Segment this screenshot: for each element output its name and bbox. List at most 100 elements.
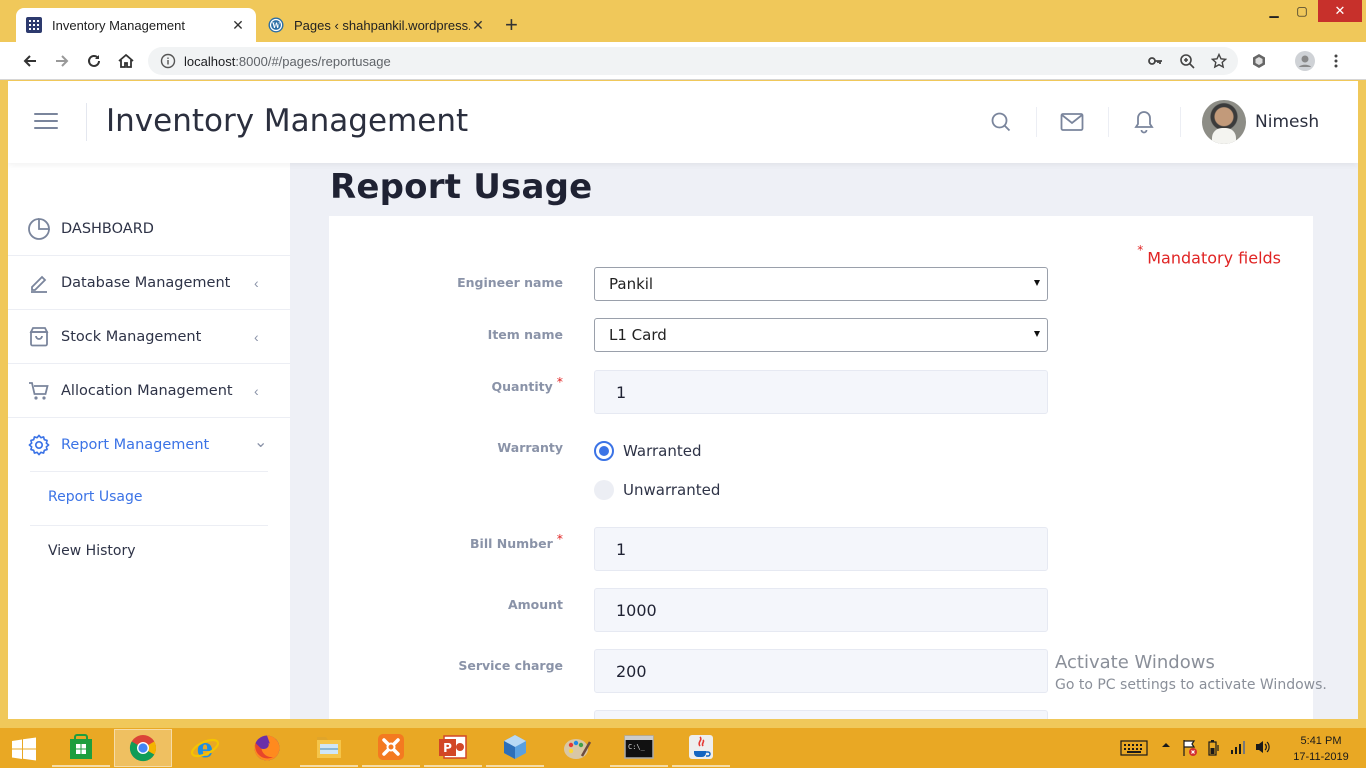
close-tab-icon[interactable]: ✕ — [470, 17, 486, 34]
forward-icon[interactable] — [51, 50, 73, 72]
next-field-input[interactable] — [594, 710, 1048, 719]
star-icon[interactable] — [1211, 53, 1227, 69]
chevron-left-icon: ‹ — [254, 382, 259, 399]
clock-date: 17-11-2019 — [1293, 751, 1349, 763]
bill-number-label: Bill Number * — [470, 531, 563, 551]
sidebar: DASHBOARD Database Management ‹ Stock Ma… — [8, 163, 290, 719]
zoom-icon[interactable] — [1179, 53, 1195, 69]
maximize-icon[interactable]: ▢ — [1290, 0, 1314, 22]
activate-windows-title: Activate Windows — [1055, 652, 1215, 673]
chrome-icon[interactable] — [114, 729, 172, 767]
sidebar-item-report-management[interactable]: Report Management ⌄ — [8, 418, 290, 472]
extension-icon[interactable] — [1251, 53, 1267, 69]
kebab-menu-icon[interactable] — [1328, 53, 1344, 69]
java-icon[interactable] — [672, 729, 730, 767]
cmd-icon[interactable]: C:\_ — [610, 729, 668, 767]
avatar[interactable] — [1202, 100, 1246, 144]
store-icon[interactable] — [52, 729, 110, 767]
tray-up-arrow-icon[interactable] — [1161, 740, 1171, 753]
ie-icon[interactable]: e — [176, 729, 234, 767]
selected-value: Pankil — [609, 275, 654, 293]
sidebar-item-database-management[interactable]: Database Management ‹ — [8, 256, 290, 310]
battery-icon[interactable] — [1206, 739, 1222, 760]
bill-number-input[interactable]: 1 — [594, 527, 1048, 571]
selected-value: L1 Card — [609, 326, 667, 344]
url-path: :8000/#/pages/reportusage — [235, 53, 391, 69]
wordpress-icon: W — [268, 17, 284, 33]
virtualbox-icon[interactable] — [486, 729, 544, 767]
report-usage-form: * Mandatory fields Engineer name Pankil I… — [329, 216, 1313, 719]
hamburger-menu-icon[interactable] — [34, 113, 58, 131]
back-icon[interactable] — [19, 50, 41, 72]
svg-text:e: e — [197, 734, 214, 763]
sidebar-item-label: Stock Management — [61, 328, 202, 345]
key-icon[interactable] — [1147, 53, 1163, 69]
chevron-left-icon: ‹ — [254, 328, 259, 345]
close-tab-icon[interactable]: ✕ — [230, 17, 246, 34]
radio-warranted[interactable]: Warranted — [594, 441, 701, 461]
mail-icon[interactable] — [1059, 109, 1085, 135]
radio-unchecked-icon[interactable] — [594, 480, 614, 500]
minimize-icon[interactable]: ▁ — [1262, 0, 1286, 22]
action-center-flag-icon[interactable] — [1182, 739, 1198, 760]
search-icon[interactable] — [988, 109, 1014, 135]
header-separator — [1180, 107, 1181, 137]
app-viewport: Inventory Management Nimesh DASHBOARD Da… — [8, 81, 1358, 719]
gear-icon — [27, 433, 51, 457]
radio-checked-icon[interactable] — [594, 441, 614, 461]
clock-time: 5:41 PM — [1300, 735, 1342, 747]
reload-icon[interactable] — [83, 50, 105, 72]
signal-icon[interactable] — [1230, 739, 1246, 758]
activate-windows-subtitle: Go to PC settings to activate Windows. — [1055, 677, 1327, 693]
xampp-icon[interactable] — [362, 729, 420, 767]
sidebar-subitem-view-history[interactable]: View History — [48, 543, 135, 559]
volume-icon[interactable] — [1254, 739, 1272, 758]
header-separator — [1108, 107, 1109, 137]
sidebar-subitem-report-usage[interactable]: Report Usage — [48, 489, 142, 505]
dropdown-caret-icon — [1034, 280, 1040, 286]
chevron-down-icon: ⌄ — [254, 434, 268, 451]
sidebar-item-stock-management[interactable]: Stock Management ‹ — [8, 310, 290, 364]
user-name[interactable]: Nimesh — [1255, 112, 1319, 132]
system-clock[interactable]: 5:41 PM 17-11-2019 — [1286, 733, 1356, 765]
tab-title: Pages ‹ shahpankil.wordpress.com — [294, 17, 470, 33]
sidebar-item-label: DASHBOARD — [61, 220, 154, 237]
quantity-label: Quantity * — [491, 374, 564, 394]
radio-label: Warranted — [623, 442, 702, 460]
header-divider — [86, 103, 87, 141]
tab-inventory-management[interactable]: Inventory Management ✕ — [16, 8, 256, 42]
sidebar-item-label: Allocation Management — [61, 382, 233, 399]
new-tab-button[interactable]: + — [505, 13, 518, 37]
windows-start-icon[interactable] — [8, 736, 40, 762]
browser-toolbar: localhost:8000/#/pages/reportusage — [0, 42, 1366, 80]
keyboard-icon[interactable] — [1120, 740, 1148, 759]
mandatory-note: * Mandatory fields — [1137, 243, 1281, 268]
powerpoint-icon[interactable]: P — [424, 729, 482, 767]
sidebar-item-label: Report Management — [61, 437, 210, 453]
close-window-icon[interactable]: ✕ — [1318, 0, 1362, 22]
quantity-input[interactable]: 1 — [594, 370, 1048, 414]
page-title: Report Usage — [330, 167, 593, 207]
info-icon[interactable] — [160, 53, 176, 69]
warranty-label: Warranty — [497, 440, 563, 455]
url-bar[interactable]: localhost:8000/#/pages/reportusage — [148, 47, 1238, 75]
item-name-select[interactable]: L1 Card — [594, 318, 1048, 352]
file-explorer-icon[interactable] — [300, 729, 358, 767]
service-charge-label: Service charge — [458, 658, 563, 673]
radio-unwarranted[interactable]: Unwarranted — [594, 480, 720, 500]
item-name-label: Item name — [487, 327, 563, 342]
bell-icon[interactable] — [1131, 109, 1157, 135]
tab-wordpress-pages[interactable]: W Pages ‹ shahpankil.wordpress.com ✕ — [258, 8, 496, 42]
app-header: Inventory Management Nimesh — [8, 81, 1358, 163]
header-separator — [1036, 107, 1037, 137]
sidebar-item-label: Database Management — [61, 274, 231, 291]
sidebar-item-allocation-management[interactable]: Allocation Management ‹ — [8, 364, 290, 418]
service-charge-input[interactable]: 200 — [594, 649, 1048, 693]
home-icon[interactable] — [115, 50, 137, 72]
paint-icon[interactable] — [548, 729, 606, 767]
profile-icon[interactable] — [1295, 51, 1315, 71]
firefox-icon[interactable] — [238, 729, 296, 767]
amount-input[interactable]: 1000 — [594, 588, 1048, 632]
engineer-name-select[interactable]: Pankil — [594, 267, 1048, 301]
sidebar-item-dashboard[interactable]: DASHBOARD — [8, 202, 290, 256]
